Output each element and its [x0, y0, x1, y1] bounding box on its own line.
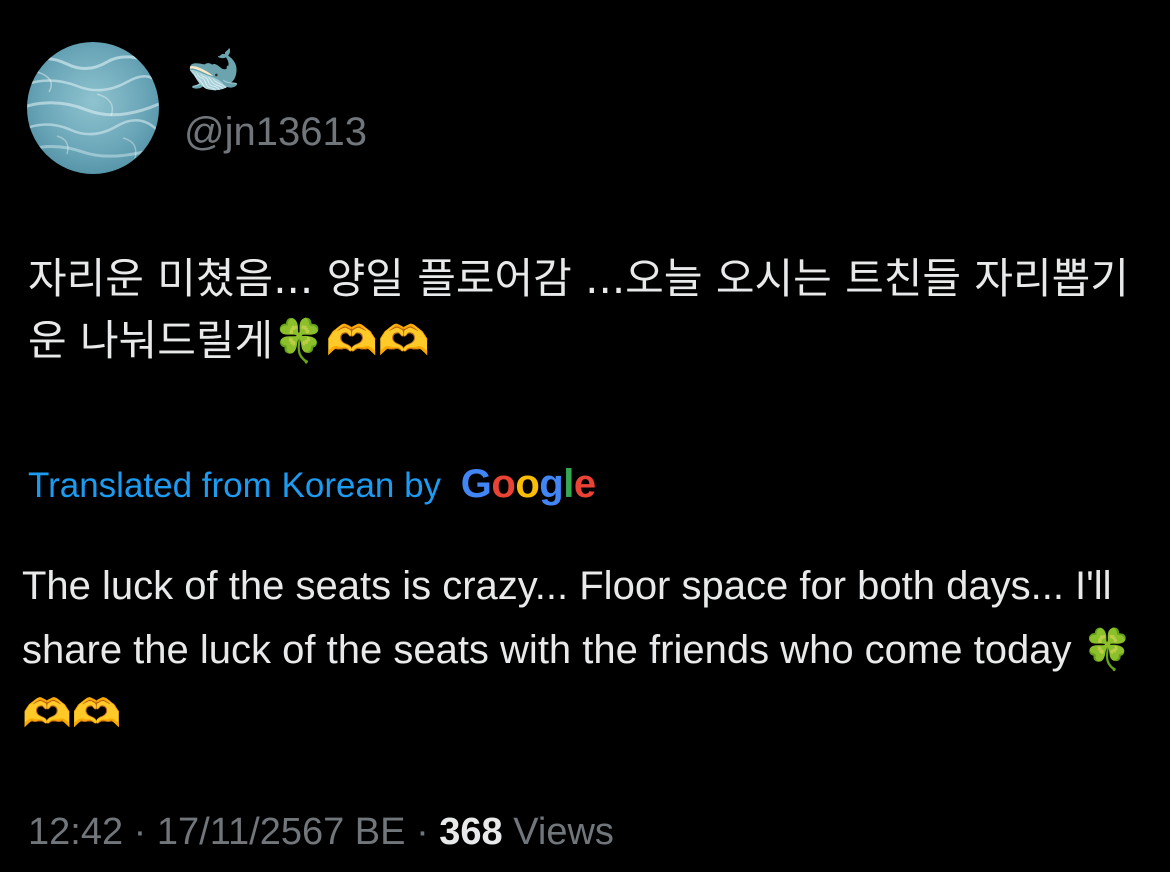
views-label: Views: [513, 811, 614, 853]
meta-separator: ·: [133, 811, 147, 853]
tweet-metadata: 12:42 · 17/11/2567 BE · 368 Views: [28, 808, 614, 856]
tweet-translated-text: The luck of the seats is crazy... Floor …: [22, 564, 1133, 736]
google-logo: Google: [460, 462, 596, 506]
tweet-original-text: 자리운 미쳤음... 양일 플로어감 ...오늘 오시는 트친들 자리뽑기운 나…: [28, 254, 1129, 365]
translation-label: Translated from Korean by: [28, 466, 442, 505]
avatar[interactable]: [27, 42, 159, 174]
user-handle[interactable]: @jn13613: [184, 108, 367, 156]
meta-separator-2: ·: [416, 811, 429, 853]
translation-attribution[interactable]: Translated from Korean by Google: [28, 460, 596, 510]
display-name[interactable]: 🐋: [186, 44, 241, 96]
tweet-time[interactable]: 12:42: [28, 811, 123, 853]
views-count: 368: [439, 811, 503, 853]
whale-emoji: 🐋: [186, 44, 241, 95]
tweet-date[interactable]: 17/11/2567 BE: [157, 811, 406, 853]
tweet-detail: 🐋 @jn13613 자리운 미쳤음... 양일 플로어감 ...오늘 오시는 …: [0, 0, 1170, 872]
ocean-water-avatar-image: [27, 42, 159, 174]
